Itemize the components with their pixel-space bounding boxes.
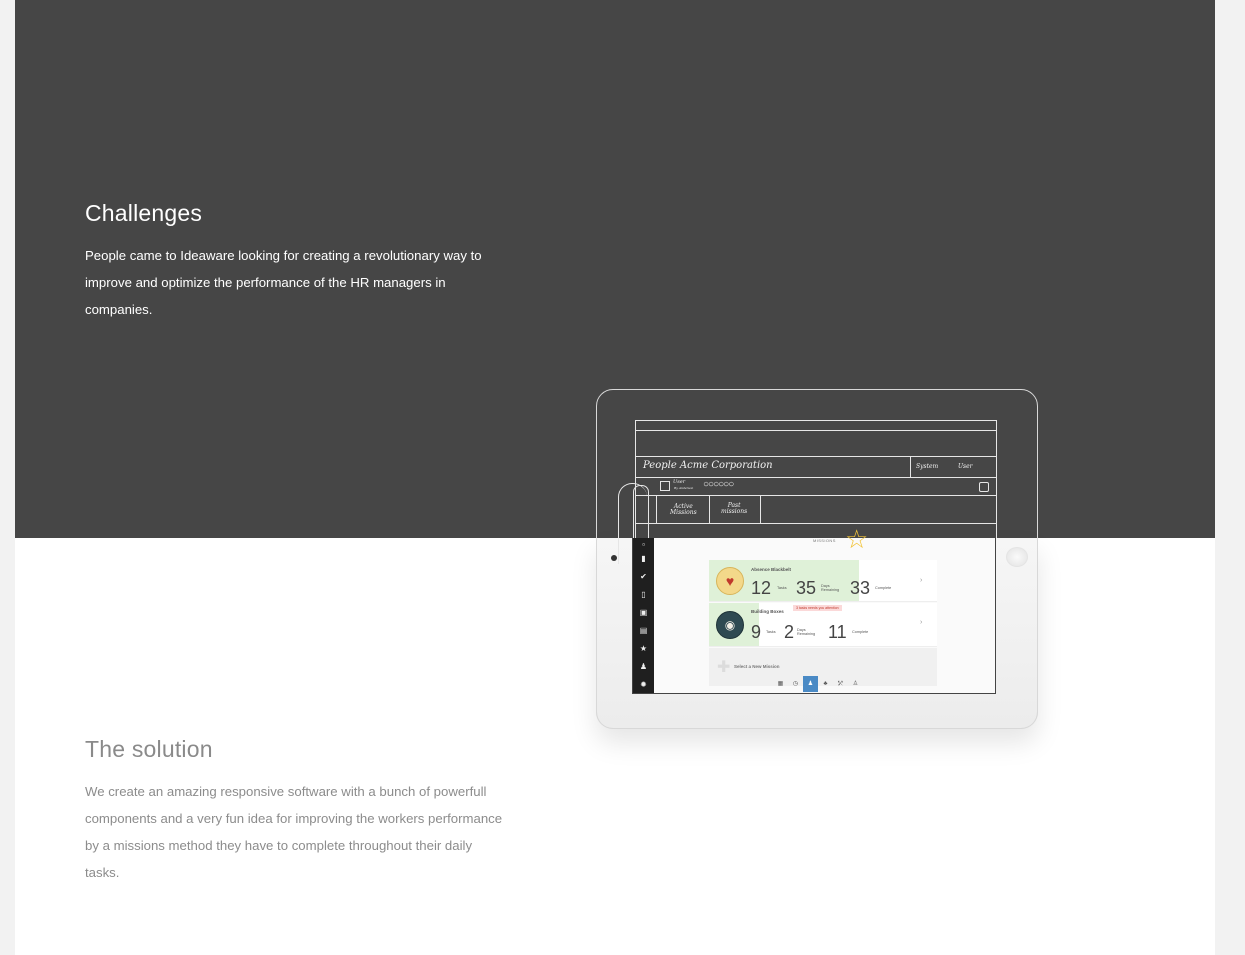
wire-system: System (916, 463, 939, 470)
mission-name: Building Boxes (751, 609, 784, 614)
mission-card[interactable]: ◉ Building Boxes 3 tasks needs you atten… (709, 603, 937, 647)
missions-heading: MISSIONS (813, 538, 836, 543)
mission-name: Absence Blackbelt (751, 567, 792, 572)
clock-icon[interactable]: ◷ (788, 676, 803, 692)
wire-divider (910, 456, 911, 477)
wire-company: People Acme Corporation (643, 460, 773, 471)
solution-title: The solution (85, 736, 213, 762)
mission-tasks: 9 (751, 622, 762, 642)
check-icon[interactable]: ✔ (639, 572, 648, 581)
mission-days-label: Days Remaining (797, 628, 816, 636)
wire-square (979, 482, 989, 492)
chevron-right-icon[interactable]: › (920, 577, 922, 584)
heart-icon: ♥ (716, 567, 744, 595)
file-icon[interactable]: ▤ (639, 626, 648, 635)
wireframe-sketch: People Acme Corporation System User User… (618, 420, 997, 564)
route-icon[interactable]: ⤱ (833, 676, 848, 692)
mission-percent-label: Complete (875, 586, 892, 590)
challenges-text: People came to Ideaware looking for crea… (85, 248, 482, 317)
mission-tasks-label: Tasks (777, 586, 787, 590)
solution-text: We create an amazing responsive software… (85, 784, 503, 880)
wire-tab-active-label: Active Missions (670, 503, 697, 516)
mission-days-label: Days Remaining (821, 584, 840, 592)
mission-percent-label: Complete (852, 630, 869, 634)
star-sketch-icon: ☆ (845, 524, 869, 554)
user-icon[interactable]: ♟ (639, 662, 648, 671)
app-sidebar: ▫ ▮ ✔ ▯ ▣ ▤ ★ ♟ ✹ (633, 538, 654, 693)
document-icon[interactable]: ▯ (639, 590, 648, 599)
chat-icon[interactable]: ▫ (639, 540, 648, 549)
book-icon[interactable]: ▮ (639, 554, 648, 563)
wire-tab-past-label: Past missions (721, 502, 748, 515)
wire-line (636, 430, 996, 431)
mission-alert-badge[interactable]: 3 tasks needs you attention (793, 605, 842, 611)
mission-days: 2 (784, 622, 795, 642)
palette-icon: ◉ (716, 611, 744, 639)
gear-icon[interactable]: ✹ (639, 680, 648, 689)
app-screen: ▫ ▮ ✔ ▯ ▣ ▤ ★ ♟ ✹ MISSIONS ♥ Absence Bla… (632, 538, 996, 694)
mission-tasks-label: Tasks (766, 630, 776, 634)
team-icon[interactable]: ♣ (818, 676, 833, 692)
wire-line (636, 456, 996, 457)
wire-user-row: User (673, 479, 686, 485)
chart-icon[interactable]: ▣ (639, 608, 648, 617)
bottom-tab-bar: ▦ ◷ ♟ ♣ ⤱ ♙ (773, 676, 863, 692)
mission-card[interactable]: ♥ Absence Blackbelt 12 Tasks 35 Days Rema… (709, 560, 937, 602)
wire-user-sub: By Anderson (674, 486, 694, 490)
grid-icon[interactable]: ▦ (773, 676, 788, 692)
wire-circles: ○○○○○○ (703, 479, 734, 490)
camera-dot (611, 555, 617, 561)
mission-percent: 33 (850, 578, 871, 598)
mission-percent: 11 (828, 622, 847, 642)
mission-tasks: 12 (751, 578, 772, 598)
home-button (1006, 547, 1028, 567)
profile-icon[interactable]: ♙ (848, 676, 863, 692)
mission-days: 35 (796, 578, 817, 598)
star-icon[interactable]: ★ (639, 644, 648, 653)
challenges-title: Challenges (85, 200, 203, 226)
plus-icon: ✚ (717, 659, 731, 676)
trophy-icon[interactable]: ♟ (803, 676, 818, 692)
chevron-right-icon[interactable]: › (920, 619, 922, 626)
wire-checkbox (660, 481, 670, 491)
wire-line (636, 477, 996, 478)
add-mission-label: Select a New Mission (734, 664, 780, 669)
wire-user: User (958, 463, 973, 470)
